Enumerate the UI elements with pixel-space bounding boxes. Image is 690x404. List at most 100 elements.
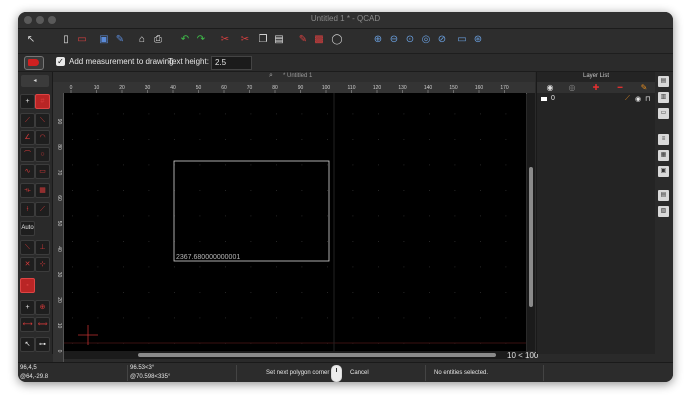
add-measurement-checkbox[interactable]: ✓: [56, 57, 65, 66]
horizontal-scroll-thumb[interactable]: [138, 353, 496, 357]
view-list-icon[interactable]: ▣: [658, 166, 669, 177]
status-divider: [127, 365, 128, 381]
open-folder-icon[interactable]: ▭: [75, 33, 89, 47]
block-list-icon[interactable]: ▭: [658, 108, 669, 119]
mirror-tool-button[interactable]: ⟺: [35, 317, 50, 332]
main-toolbar: ↖ ▯ ▭ ▣ ✎ ⌂ ⎙ ↶ ↷ ✂ ✂ ❐ ▤ ✎ ▩ ◯ ⊕ ⊖ ⊙ ◎ ⊘ ▭ ⊛: [18, 29, 673, 54]
rotate-tool-button[interactable]: ⊕: [35, 300, 50, 315]
hide-all-layers-icon[interactable]: ◎: [562, 82, 582, 93]
angle-tool-button[interactable]: ⟋: [35, 202, 50, 217]
v-ruler-label: 30: [56, 272, 62, 278]
grid-dot: [276, 317, 277, 319]
save-as-icon[interactable]: ✎: [113, 33, 127, 47]
spline-tool-button[interactable]: ∿: [20, 164, 35, 179]
key-tool-button[interactable]: ⊶: [35, 337, 50, 352]
measure-tool-button[interactable]: ⟊: [20, 202, 35, 217]
measurement-text[interactable]: 2367.680000000001: [176, 254, 240, 261]
grid-dot: [250, 164, 252, 166]
pointer-icon[interactable]: ↖: [24, 33, 38, 47]
horizontal-scrollbar[interactable]: [64, 351, 526, 359]
grid-snap-button[interactable]: #: [35, 94, 50, 109]
color-picker-icon[interactable]: ▩: [312, 33, 326, 47]
tab-untitled-1[interactable]: * Untitled 1: [283, 73, 312, 79]
grid-dot: [480, 113, 481, 115]
zoom-window-icon[interactable]: ⊘: [435, 33, 449, 47]
grid-dot: [429, 266, 430, 268]
grid-dot: [225, 215, 226, 217]
vertical-scrollbar[interactable]: [527, 93, 535, 351]
snap-midpoint-button[interactable]: ⊥: [35, 240, 50, 255]
layer-row[interactable]: 0 ⟋ ◉ ⊓: [537, 95, 655, 105]
rectangle-tool-button[interactable]: ▭: [35, 164, 50, 179]
copy-icon[interactable]: ❐: [256, 33, 270, 47]
line-angle-tool-button[interactable]: ⟍: [35, 113, 50, 128]
cut-icon[interactable]: ✂: [218, 33, 232, 47]
vertical-ruler: 0 10 20 30 40 50 60 70 80 90: [53, 93, 64, 363]
zoom-previous-icon[interactable]: ◎: [419, 33, 433, 47]
dimension-tool-button[interactable]: ⟛: [20, 183, 35, 198]
grid-dot: [199, 113, 201, 115]
save-icon[interactable]: ▣: [97, 33, 111, 47]
edit-layer-icon[interactable]: ✎: [634, 82, 654, 93]
history-panel-icon[interactable]: ▦: [658, 150, 669, 161]
qcad-window: Untitled 1 * - QCAD ↖ ▯ ▭ ▣ ✎ ⌂ ⎙ ↶ ↷ ✂ ✂ ❐ ▤ ✎ ▩ ◯ ⊕ ⊖ ⊙ ◎…: [18, 12, 673, 382]
command-line-icon[interactable]: ≡: [658, 134, 669, 145]
grid-dot: [505, 113, 507, 115]
palette-collapse-button[interactable]: ◂: [21, 75, 49, 87]
arc-tool-button[interactable]: ◠: [35, 130, 50, 145]
print-preview-icon[interactable]: ⌂: [135, 33, 149, 47]
pen-icon[interactable]: ✎: [296, 33, 310, 47]
redo-icon[interactable]: ↷: [194, 33, 208, 47]
polyline-tool-button[interactable]: ∠: [20, 130, 35, 145]
grid-dot: [276, 241, 277, 242]
zoom-selection-icon[interactable]: ▭: [455, 33, 469, 47]
text-height-input[interactable]: 2.5: [211, 56, 252, 70]
snap-intersection-button[interactable]: ✕: [20, 257, 35, 272]
grid-dot: [97, 164, 99, 166]
pan-zoom-icon[interactable]: ⊛: [471, 33, 485, 47]
title-bar: Untitled 1 * - QCAD: [18, 12, 673, 29]
remove-layer-icon[interactable]: ━: [610, 82, 630, 93]
pen-icon[interactable]: ⟋: [625, 95, 630, 103]
curve-tool-button[interactable]: ⌒: [20, 147, 35, 162]
add-layer-icon[interactable]: ✚: [586, 82, 606, 93]
selection-panel-icon[interactable]: ▧: [658, 206, 669, 217]
paste-icon[interactable]: ▤: [272, 33, 286, 47]
eye-icon[interactable]: ◉: [635, 95, 641, 103]
grid-dot: [174, 292, 175, 293]
snap-center-button[interactable]: ⊹: [35, 257, 50, 272]
snap-free-button[interactable]: +: [20, 94, 35, 109]
grid-dot: [123, 317, 124, 319]
vertical-scroll-thumb[interactable]: [529, 167, 533, 307]
snap-endpoint-button[interactable]: ⟍: [20, 240, 35, 255]
cut-reference-icon[interactable]: ✂: [238, 33, 252, 47]
select-tool-button[interactable]: ▪: [20, 278, 35, 293]
measured-polygon[interactable]: [173, 160, 330, 262]
hatch-tool-button[interactable]: ▦: [35, 183, 50, 198]
grid-dot: [225, 317, 226, 319]
grid-dot: [454, 292, 456, 293]
library-panel-icon[interactable]: ▥: [658, 92, 669, 103]
layer-panel-icon[interactable]: ▤: [658, 190, 669, 201]
show-all-layers-icon[interactable]: ◉: [540, 82, 560, 93]
zoom-in-icon[interactable]: ⊕: [371, 33, 385, 47]
line-tool-button[interactable]: ⟋: [20, 113, 35, 128]
scale-tool-button[interactable]: ⟷: [20, 317, 35, 332]
drawing-canvas[interactable]: 2367.680000000001: [64, 93, 526, 351]
zoom-auto-icon[interactable]: ⊙: [403, 33, 417, 47]
grid-dot: [148, 266, 150, 268]
new-document-icon[interactable]: ▯: [59, 33, 73, 47]
print-icon[interactable]: ⎙: [151, 33, 165, 47]
snap-circle-icon[interactable]: ◯: [330, 33, 344, 47]
undo-icon[interactable]: ↶: [178, 33, 192, 47]
lock-icon[interactable]: ⊓: [645, 95, 650, 103]
properties-panel-icon[interactable]: ▤: [658, 76, 669, 87]
pointer-tool-button[interactable]: ↖: [20, 337, 35, 352]
circle-tool-button[interactable]: ○: [35, 147, 50, 162]
auto-snap-button[interactable]: Auto: [20, 221, 35, 236]
move-tool-button[interactable]: +: [20, 300, 35, 315]
zoom-out-icon[interactable]: ⊖: [387, 33, 401, 47]
search-icon[interactable]: ⌕: [269, 72, 273, 80]
measure-mode-button[interactable]: [24, 56, 44, 70]
grid-dot: [301, 292, 303, 293]
